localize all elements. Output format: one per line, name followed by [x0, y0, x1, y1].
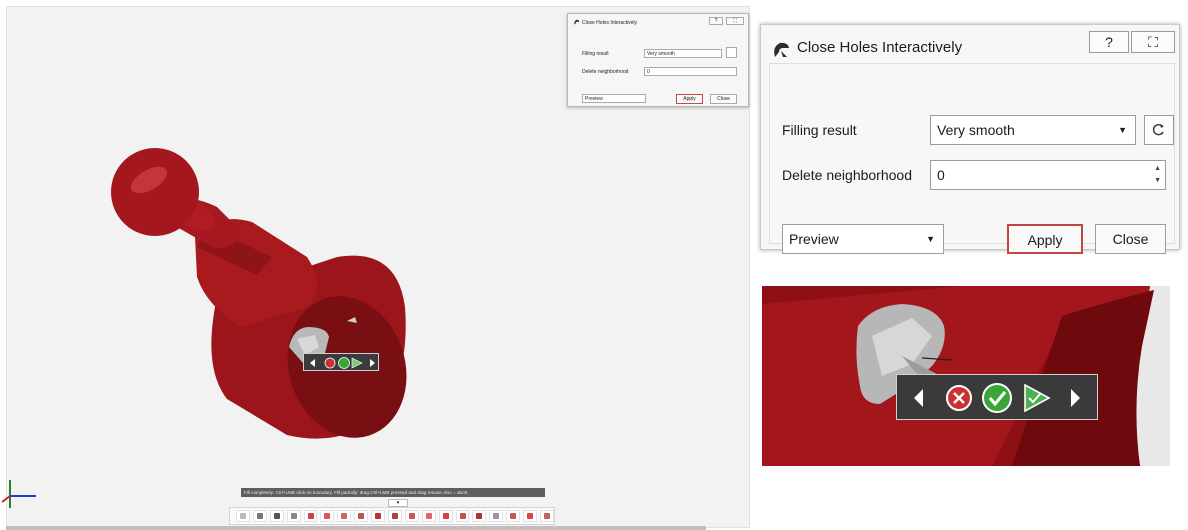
close-button[interactable]: Close [1095, 224, 1166, 254]
arrow-left-icon[interactable] [310, 359, 315, 367]
app-logo-icon [574, 19, 580, 25]
hole-action-toolbar [303, 353, 379, 371]
delete-neighborhood-label: Delete neighborhood [782, 167, 912, 183]
dialog-body: Filling result Very smooth ▼ Delete neig… [769, 63, 1175, 254]
refresh-icon [1152, 123, 1164, 136]
tool-icon[interactable] [489, 510, 504, 522]
delete-neighborhood-label: Delete neighborhood [582, 69, 629, 75]
arrow-left-icon[interactable] [914, 389, 923, 407]
spinner-arrows-icon[interactable]: ▲ ▼ [1154, 163, 1161, 187]
preview-select[interactable]: Preview ▼ [782, 224, 944, 254]
arrow-right-icon[interactable] [370, 359, 375, 367]
chevron-down-icon: ▼ [1118, 125, 1127, 135]
close-holes-dialog-thumbnail: Close Holes Interactively ? ⛶ Filling re… [567, 13, 749, 107]
tool-icon[interactable] [286, 510, 301, 522]
preview-value: Preview [789, 231, 839, 247]
tool-icon[interactable] [472, 510, 487, 522]
tool-icon[interactable] [269, 510, 284, 522]
apply-button[interactable]: Apply [1007, 224, 1083, 254]
tool-icon[interactable] [421, 510, 436, 522]
dialog-dock-button[interactable]: ⛶ [726, 17, 744, 25]
tool-icon[interactable] [354, 510, 369, 522]
zoomed-viewport [762, 286, 1170, 466]
refresh-icon[interactable] [726, 47, 737, 58]
tool-icon[interactable] [438, 510, 453, 522]
delete-neighborhood-value: 0 [937, 167, 945, 183]
dialog-dock-button[interactable]: ⛶ [1131, 31, 1175, 53]
close-holes-dialog: Close Holes Interactively ? ⛶ Filling re… [760, 24, 1180, 254]
apply-button[interactable]: Apply [676, 94, 703, 104]
tool-icon[interactable] [371, 510, 386, 522]
app-logo-icon [774, 42, 789, 57]
tool-icon[interactable] [320, 510, 335, 522]
tool-icon[interactable] [455, 510, 470, 522]
help-button[interactable]: ? [1089, 31, 1129, 53]
dialog-title: Close Holes Interactively [797, 39, 963, 56]
part-edge-strip [6, 526, 706, 530]
tool-icon[interactable] [337, 510, 352, 522]
tool-icon[interactable] [523, 510, 538, 522]
tool-icon[interactable] [236, 510, 250, 522]
dialog-title: Close Holes Interactively [582, 20, 638, 26]
tool-icon[interactable] [303, 510, 318, 522]
filling-result-value: Very smooth [937, 122, 1015, 138]
confirm-next-icon[interactable] [351, 357, 363, 369]
tool-icon[interactable] [540, 510, 554, 522]
3d-viewport[interactable]: Close Holes Interactively ? ⛶ Filling re… [6, 6, 750, 528]
chevron-down-icon: ▼ [926, 234, 935, 244]
close-button[interactable]: Close [710, 94, 737, 104]
confirm-icon[interactable] [338, 357, 350, 369]
axis-triad-icon [1, 480, 36, 508]
tool-icon[interactable] [388, 510, 402, 522]
delete-neighborhood-input[interactable]: 0 ▲ ▼ [930, 160, 1166, 190]
bottom-toolbar [229, 507, 555, 525]
filling-result-label: Filling result [582, 51, 609, 57]
filling-result-label: Filling result [782, 122, 857, 138]
arrow-right-icon[interactable] [1071, 389, 1080, 407]
tool-icon[interactable] [404, 510, 419, 522]
hole-action-toolbar-zoomed [896, 374, 1098, 420]
status-hint-bar: Fill completely: Ctrl+LMB click on bound… [241, 488, 545, 497]
filling-result-select[interactable]: Very smooth ▼ [930, 115, 1136, 145]
help-button[interactable]: ? [709, 17, 723, 25]
cancel-icon[interactable] [324, 357, 336, 369]
preview-select[interactable]: Preview [582, 94, 646, 103]
tool-icon[interactable] [506, 510, 521, 522]
confirm-icon[interactable] [982, 383, 1012, 413]
collapse-toolbar-tab[interactable]: ▾ [388, 499, 408, 507]
filling-result-select[interactable]: Very smooth [644, 49, 722, 58]
tool-icon[interactable] [252, 510, 267, 522]
refresh-button[interactable] [1144, 115, 1174, 145]
delete-neighborhood-input[interactable]: 0 [644, 67, 737, 76]
